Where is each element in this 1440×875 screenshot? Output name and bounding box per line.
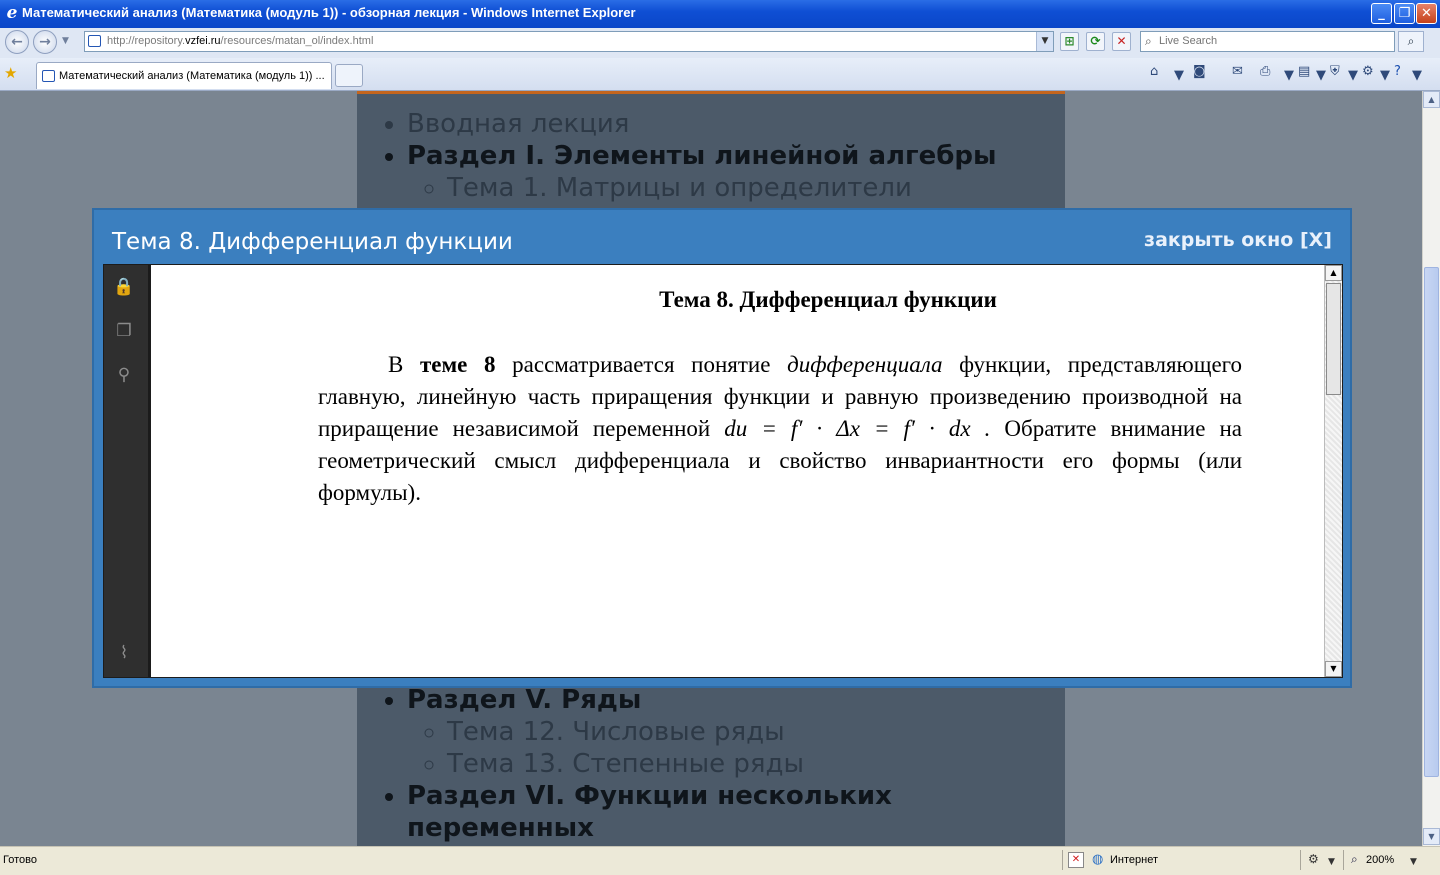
- binoculars-icon[interactable]: ⚲: [112, 363, 136, 387]
- help-dropdown-icon[interactable]: ▼: [1412, 68, 1422, 83]
- status-divider: [1062, 850, 1063, 870]
- close-window-button[interactable]: ✕: [1416, 3, 1437, 24]
- page-scrollbar[interactable]: ▲ ▼: [1422, 91, 1440, 846]
- history-dropdown-icon[interactable]: ▼: [62, 36, 69, 46]
- stop-icon[interactable]: ✕: [1112, 32, 1131, 51]
- refresh-icon[interactable]: ⟳: [1086, 32, 1105, 51]
- window-title: Математический анализ (Математика (модул…: [22, 5, 636, 20]
- tab-label: Математический анализ (Математика (модул…: [59, 70, 325, 82]
- search-input[interactable]: [1159, 33, 1389, 49]
- pdf-scrollbar[interactable]: ▲ ▼: [1324, 265, 1342, 677]
- address-dropdown-icon[interactable]: ▼: [1036, 32, 1053, 51]
- pdf-viewer: 🔒 ❐ ⚲ ⌇ Тема 8. Дифференциал функции В т…: [103, 264, 1343, 678]
- help-icon[interactable]: ?: [1394, 64, 1401, 79]
- print-icon[interactable]: ⎙: [1260, 64, 1270, 79]
- pdf-scroll-down-icon[interactable]: ▼: [1325, 661, 1342, 677]
- tools-dropdown-icon[interactable]: ▼: [1380, 68, 1390, 83]
- list-item[interactable]: Раздел V. Ряды Тема 12. Числовые ряды Те…: [407, 684, 1107, 780]
- topic-modal: Тема 8. Дифференциал функции закрыть окн…: [92, 208, 1352, 688]
- zoom-level[interactable]: 200%: [1366, 854, 1394, 866]
- rss-feed-icon[interactable]: ◙: [1193, 64, 1206, 79]
- search-icon: ⌕: [1407, 34, 1415, 48]
- protected-dropdown-icon[interactable]: ▼: [1328, 857, 1335, 867]
- tab-current[interactable]: Математический анализ (Математика (модул…: [36, 62, 332, 89]
- doc-paragraph: В теме 8 рассматривается понятие диффере…: [318, 352, 1243, 505]
- search-go-button[interactable]: ⌕: [1398, 31, 1424, 52]
- back-arrow-icon: ←: [11, 34, 23, 50]
- protected-mode-icon[interactable]: ⚙: [1308, 852, 1319, 866]
- zoom-magnifier-icon[interactable]: ⌕: [1351, 852, 1358, 867]
- safety-shield-icon[interactable]: ⛨: [1330, 64, 1340, 79]
- address-url[interactable]: http://repository.vzfei.ru/resources/mat…: [107, 35, 373, 47]
- scroll-thumb[interactable]: [1424, 267, 1439, 777]
- popup-blocked-icon[interactable]: ✕: [1068, 852, 1084, 868]
- scroll-down-icon[interactable]: ▼: [1423, 828, 1440, 845]
- window-title-bar[interactable]: e Математический анализ (Математика (мод…: [0, 0, 1440, 28]
- back-button[interactable]: ←: [5, 30, 29, 54]
- lock-icon[interactable]: 🔒: [112, 275, 136, 299]
- print-dropdown-icon[interactable]: ▼: [1284, 68, 1294, 83]
- list-item[interactable]: Тема 12. Числовые ряды: [447, 716, 1107, 748]
- search-box[interactable]: ⌕: [1140, 31, 1395, 52]
- internet-globe-icon: ◍: [1092, 852, 1104, 867]
- differential-formula: du = f′ · Δx = f′ · dx .: [724, 416, 991, 441]
- home-icon[interactable]: ⌂: [1150, 64, 1158, 79]
- pdf-scroll-thumb[interactable]: [1326, 283, 1341, 395]
- list-item[interactable]: Тема 1. Матрицы и определители: [447, 172, 1065, 204]
- list-item[interactable]: Раздел I. Элементы линейной алгебры Тема…: [407, 140, 1065, 204]
- page-menu-icon[interactable]: ▤: [1298, 64, 1310, 79]
- attachment-paperclip-icon[interactable]: ⌇: [112, 641, 136, 665]
- status-bar: Готово ✕ ◍ Интернет ⚙ ▼ ⌕ 200% ▼: [0, 846, 1440, 875]
- page-icon: [42, 70, 55, 82]
- tabs-toolbar: ★ Математический анализ (Математика (мод…: [0, 58, 1440, 91]
- ie-logo-icon: e: [6, 3, 18, 23]
- status-text: Готово: [3, 854, 37, 866]
- list-item[interactable]: Раздел VI. Функции нескольких переменных: [407, 780, 1107, 844]
- status-divider: [1300, 850, 1301, 870]
- pdf-scroll-up-icon[interactable]: ▲: [1325, 265, 1342, 281]
- pdf-document: Тема 8. Дифференциал функции В теме 8 ра…: [152, 265, 1324, 677]
- forward-arrow-icon: →: [39, 34, 51, 50]
- contents-list: Вводная лекция Раздел I. Элементы линейн…: [357, 108, 1065, 204]
- tools-gear-icon[interactable]: ⚙: [1362, 64, 1374, 79]
- page-icon: [88, 35, 101, 47]
- address-toolbar: ← → ▼ http://repository.vzfei.ru/resourc…: [0, 28, 1440, 59]
- mail-icon[interactable]: ✉: [1232, 64, 1243, 79]
- pdf-sidebar: 🔒 ❐ ⚲ ⌇: [104, 265, 151, 677]
- modal-title: Тема 8. Дифференциал функции: [112, 229, 513, 255]
- safety-dropdown-icon[interactable]: ▼: [1348, 68, 1358, 83]
- scroll-up-icon[interactable]: ▲: [1423, 91, 1440, 108]
- page-dropdown-icon[interactable]: ▼: [1316, 68, 1326, 83]
- pages-icon[interactable]: ❐: [112, 319, 136, 343]
- contents-list-lower: Раздел V. Ряды Тема 12. Числовые ряды Те…: [357, 684, 1107, 844]
- address-bar[interactable]: http://repository.vzfei.ru/resources/mat…: [84, 31, 1054, 52]
- minimize-button[interactable]: _: [1371, 3, 1392, 24]
- zoom-dropdown-icon[interactable]: ▼: [1410, 857, 1417, 867]
- new-tab-button[interactable]: [335, 64, 363, 87]
- list-item[interactable]: Тема 13. Степенные ряды: [447, 748, 1107, 780]
- close-modal-button[interactable]: закрыть окно [X]: [1144, 229, 1332, 251]
- restore-button[interactable]: ❐: [1394, 3, 1415, 24]
- live-search-icon: ⌕: [1145, 34, 1152, 48]
- status-divider: [1343, 850, 1344, 870]
- list-item[interactable]: Вводная лекция: [407, 108, 1065, 140]
- favorites-star-icon[interactable]: ★: [4, 64, 17, 82]
- security-zone[interactable]: Интернет: [1110, 854, 1158, 866]
- forward-button[interactable]: →: [33, 30, 57, 54]
- home-dropdown-icon[interactable]: ▼: [1174, 68, 1184, 83]
- compatibility-icon[interactable]: ⊞: [1060, 32, 1079, 51]
- doc-heading: Тема 8. Дифференциал функции: [659, 287, 997, 312]
